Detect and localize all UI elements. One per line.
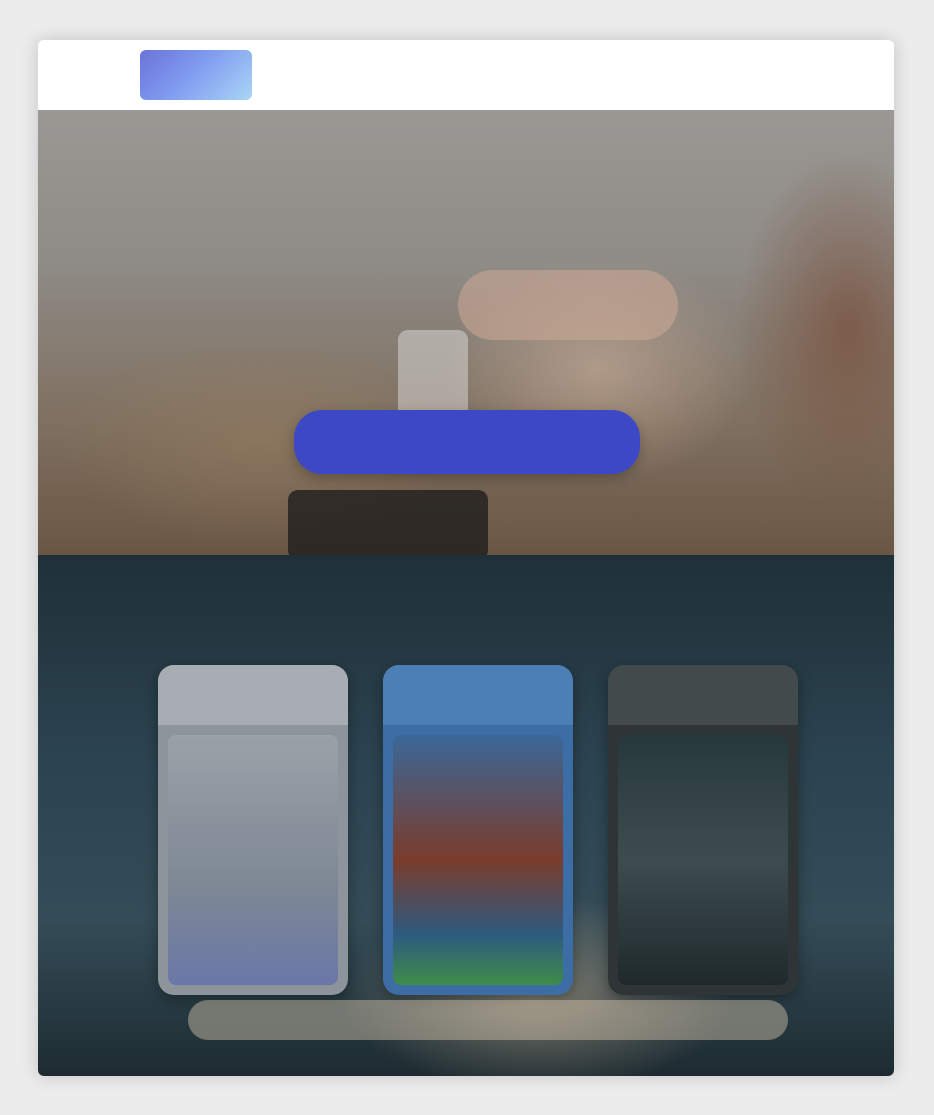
hero-hand-image [458, 270, 678, 340]
product-jar-label [618, 735, 788, 985]
product-card[interactable] [158, 665, 348, 995]
product-jar-label [393, 735, 563, 985]
product-display-surface [188, 1000, 788, 1040]
product-card[interactable] [608, 665, 798, 995]
hero-cta-button[interactable] [294, 410, 640, 474]
product-card[interactable] [383, 665, 573, 995]
product-jar-lid [158, 665, 348, 725]
browser-page [38, 40, 894, 1076]
product-jar-lid [383, 665, 573, 725]
hero-product-image [288, 490, 488, 560]
product-jar-label [168, 735, 338, 985]
hero-banner [38, 110, 894, 560]
top-navigation-bar [38, 40, 894, 110]
brand-logo[interactable] [140, 50, 252, 100]
product-jar-lid [608, 665, 798, 725]
products-section [38, 555, 894, 1076]
